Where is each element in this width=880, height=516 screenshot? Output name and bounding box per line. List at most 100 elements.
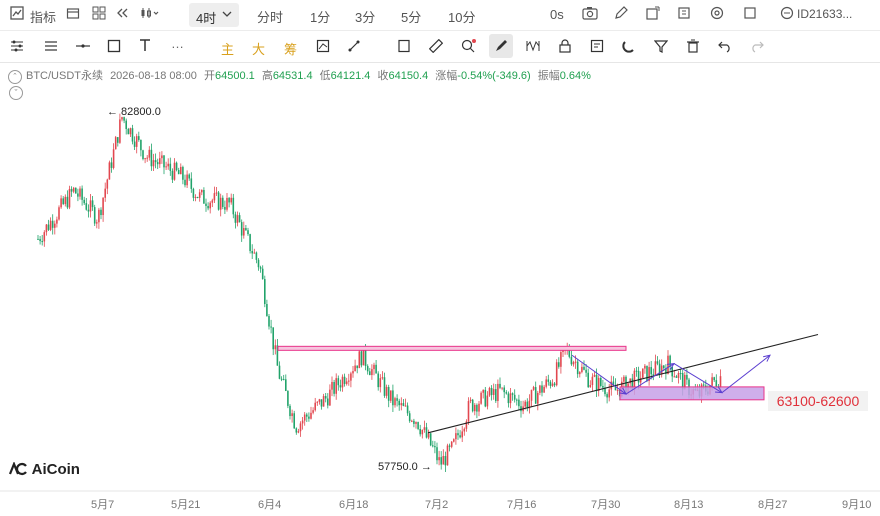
tab-timeframe-1[interactable]: 1分 [310,7,330,26]
zoom-icon[interactable] [461,39,477,56]
candle-body [236,215,239,223]
candle-body [400,403,403,406]
amplitude-value: 0.64% [559,70,591,82]
magnet-icon[interactable] [622,39,636,56]
candle-body [360,351,363,366]
candle-body [606,394,608,398]
trash-icon[interactable] [686,39,700,56]
x-tick: 7月30 [591,499,621,511]
undo-icon[interactable] [718,39,732,56]
trend-tool-icon[interactable] [347,39,361,56]
open-label: 开 [203,70,215,82]
text-tool-icon[interactable] [138,38,152,55]
candle-type-icon[interactable] [140,6,160,23]
candle-body [66,196,69,208]
pen-icon[interactable] [614,6,628,23]
alert-icon[interactable] [677,6,691,23]
indicators-icon[interactable] [10,6,24,23]
redo-icon[interactable] [750,39,764,56]
tab-timeframe-3[interactable]: 5分 [401,7,421,26]
aicoin-logo-text: AiCoin [31,461,80,478]
candle-body [264,279,266,305]
high-price-note: ← 82800.0 [107,106,161,118]
chart-area[interactable] [0,63,880,516]
rectangle-icon[interactable] [107,39,121,56]
tool-chips[interactable]: 筹 [284,39,297,58]
brush-icon [494,39,508,56]
tab-timeframe-4[interactable]: 10分 [448,7,475,26]
candle-body [341,376,344,388]
edit-box-icon[interactable] [590,39,604,56]
rewind-icon[interactable] [114,6,130,23]
candle-body [404,405,407,407]
candle-body [442,456,445,465]
candle-body [58,207,60,220]
candle-body [117,137,119,143]
candle-body [385,386,388,396]
tab-timeframe-0[interactable]: 分时 [257,7,283,26]
note-icon[interactable] [397,39,411,56]
camera-icon[interactable] [582,6,598,23]
candle-body [358,351,361,369]
timeframe-selector[interactable]: 4时 [189,3,239,27]
candle-body [488,387,491,396]
candle-body [184,179,186,186]
expand-icon[interactable]: ˇ [9,86,23,100]
candle-body [547,379,550,382]
filter-icon[interactable] [653,39,669,56]
candle-body [247,230,249,235]
candle-body [224,206,226,210]
candle-body [663,365,665,369]
candle-body [75,187,77,194]
candle-body [593,374,596,377]
tab-timeframe-2[interactable]: 3分 [355,7,375,26]
more-tools-icon[interactable]: … [171,36,184,51]
grid-icon[interactable] [92,6,106,23]
lock-icon[interactable] [558,39,572,56]
candle-body [205,203,207,206]
candle-body [320,399,323,407]
candle-body [417,422,419,429]
candle-body [354,365,356,372]
horizontal-line-icon[interactable] [75,40,91,55]
candle-body [207,205,209,209]
candle-body [558,362,560,367]
candle-body [421,429,424,435]
layout-icon[interactable] [66,6,80,23]
settings-sliders-icon[interactable] [10,40,24,55]
tool-big[interactable]: 大 [252,39,265,58]
candle-body [278,365,281,379]
candle-body [534,387,537,404]
account-id[interactable]: ID21633... [797,7,852,21]
tool-main[interactable]: 主 [221,39,234,58]
candle-body [467,401,470,422]
candle-body [394,398,396,406]
candle-body [203,189,205,204]
link-icon[interactable] [780,6,794,23]
fullscreen-icon[interactable] [743,6,757,23]
candlestick-chart[interactable] [0,63,880,516]
new-window-icon[interactable] [646,6,660,23]
indicators-button[interactable]: 指标 [30,7,56,26]
ruler-icon[interactable] [428,38,444,56]
candle-body [93,207,96,224]
menu-icon[interactable] [44,40,58,55]
candle-body [453,439,455,442]
candle-body [507,393,510,404]
top-toolbar: 指标 4时 分时 1分 3分 5分 10分 0s ID21633... [0,0,880,31]
candle-body [217,192,220,210]
candle-body [190,178,193,189]
brush-tool-button[interactable] [489,34,513,58]
pattern-icon[interactable] [525,39,541,56]
candle-body [194,196,197,198]
candle-body [480,392,482,404]
candle-body [434,446,436,448]
collapse-icon[interactable]: ˆ [8,70,22,84]
settings-icon[interactable] [710,6,724,23]
candle-body [702,384,705,386]
compare-icon[interactable] [316,39,330,56]
candle-body [450,441,453,447]
candle-body [375,364,377,374]
candle-body [159,158,161,165]
candle-body [72,187,75,192]
